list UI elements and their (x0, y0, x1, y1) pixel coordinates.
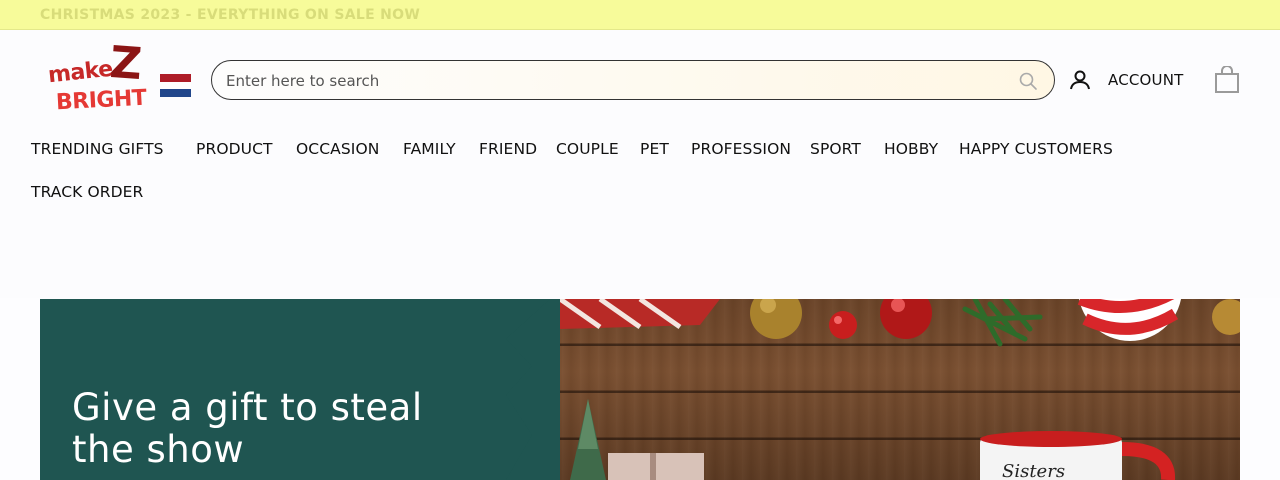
logo-letter-z: Z (108, 36, 144, 91)
nav-item-occasion[interactable]: OCCASION (296, 140, 379, 158)
announcement-text: CHRISTMAS 2023 - EVERYTHING ON SALE NOW (40, 7, 421, 23)
nav-item-happy-customers[interactable]: HAPPY CUSTOMERS (959, 140, 1113, 158)
account-label: ACCOUNT (1108, 71, 1184, 89)
nav-item-sport[interactable]: SPORT (810, 140, 861, 158)
announcement-bar: CHRISTMAS 2023 - EVERYTHING ON SALE NOW (0, 0, 1280, 30)
shopping-bag-icon[interactable] (1214, 66, 1240, 94)
account-link[interactable]: ACCOUNT (1068, 66, 1184, 94)
search-icon[interactable] (1018, 71, 1038, 91)
logo-word-make: make (46, 56, 114, 89)
nav-item-track-order[interactable]: TRACK ORDER (31, 183, 143, 201)
nav-item-family[interactable]: FAMILY (403, 140, 456, 158)
hero-panel-notch (506, 299, 550, 480)
user-icon (1070, 70, 1090, 90)
netherlands-flag-icon[interactable] (160, 74, 191, 97)
svg-text:Sisters: Sisters (1002, 461, 1065, 480)
nav-item-profession[interactable]: PROFESSION (691, 140, 791, 158)
hero-banner[interactable]: Sisters Give a gift to steal the show (40, 299, 1240, 480)
site-logo[interactable]: make Z BRIGHT (44, 36, 152, 116)
search-bar (211, 60, 1055, 100)
logo-word-bright: BRIGHT (55, 85, 147, 116)
nav-item-product[interactable]: PRODUCT (196, 140, 273, 158)
search-input[interactable] (226, 70, 1006, 92)
nav-item-hobby[interactable]: HOBBY (884, 140, 938, 158)
nav-item-trending-gifts[interactable]: TRENDING GIFTS (31, 140, 164, 158)
nav-item-friend[interactable]: FRIEND (479, 140, 537, 158)
hero-title: Give a gift to steal the show (72, 386, 423, 471)
nav-item-pet[interactable]: PET (640, 140, 669, 158)
nav-item-couple[interactable]: COUPLE (556, 140, 619, 158)
